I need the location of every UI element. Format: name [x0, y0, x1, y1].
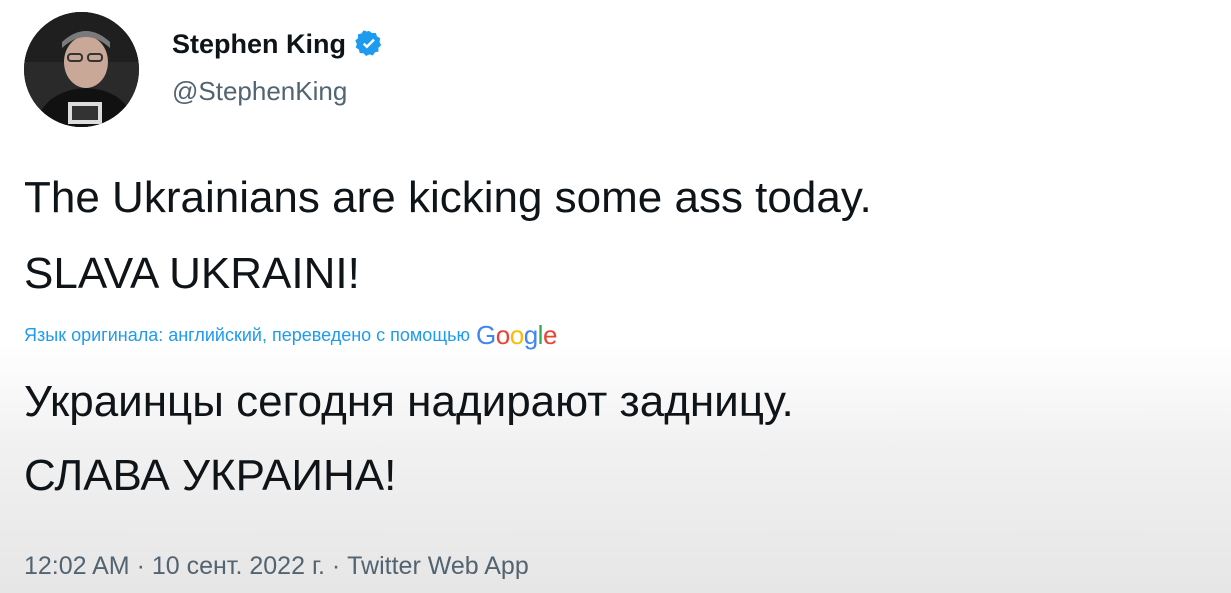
verified-badge-icon — [354, 29, 384, 59]
profile-photo-icon — [24, 12, 139, 127]
tweet-text-line-2: SLAVA UKRAINI! — [24, 249, 360, 298]
tweet-timestamp-source[interactable]: 12:02 AM · 10 сент. 2022 г. · Twitter We… — [24, 552, 529, 581]
translated-text-line-1: Украинцы сегодня надирают задницу. — [24, 377, 794, 426]
author-name-row[interactable]: Stephen King — [172, 24, 384, 64]
translation-note[interactable]: Язык оригинала: английский, переведено с… — [24, 320, 557, 351]
author-handle[interactable]: @StephenKing — [172, 76, 347, 107]
translation-note-text: Язык оригинала: английский, переведено с… — [24, 325, 471, 345]
avatar[interactable] — [24, 12, 139, 127]
tweet-text-line-1: The Ukrainians are kicking some ass toda… — [24, 173, 872, 222]
translated-text-line-2: СЛАВА УКРАИНА! — [24, 451, 397, 500]
google-logo-icon: Google — [476, 320, 557, 350]
author-display-name[interactable]: Stephen King — [172, 29, 346, 60]
tweet-card: Stephen King @StephenKing The Ukrainians… — [0, 0, 1231, 593]
